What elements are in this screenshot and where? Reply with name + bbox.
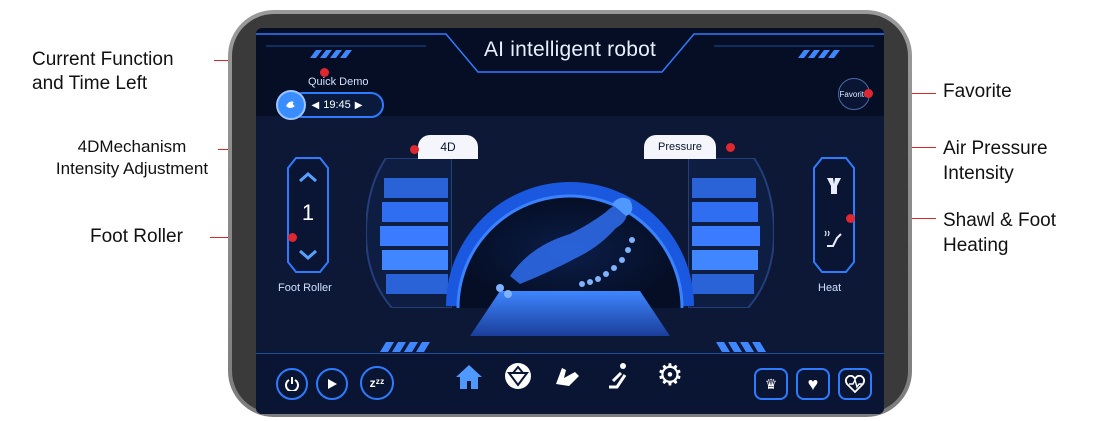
home-icon — [456, 365, 482, 389]
chevron-up-icon — [299, 172, 317, 183]
ball-button[interactable] — [500, 358, 536, 394]
callout-dot-shawl — [845, 213, 855, 223]
health-icon — [845, 375, 865, 393]
callout-favorite: Favorite — [943, 81, 1012, 103]
settings-button[interactable]: ⚙ — [652, 358, 688, 394]
time-increase-icon[interactable]: ▶ — [355, 100, 363, 111]
callout-foot-roller: Foot Roller — [90, 226, 183, 248]
callout-current-function: Current Function and Time Left — [32, 48, 174, 96]
vip-icon: ♛ — [764, 375, 778, 392]
hand-massage-button[interactable] — [550, 358, 586, 394]
hand-massage-icon — [556, 368, 579, 386]
chevron-down-icon — [299, 249, 317, 260]
play-icon — [328, 379, 337, 389]
bottom-decoration — [380, 342, 766, 352]
time-decrease-icon[interactable]: ◀ — [312, 100, 320, 111]
heart-icon: ♥ — [807, 373, 819, 394]
ball-icon — [505, 363, 531, 389]
callout-shawl-line1: Shawl & Foot — [943, 210, 1056, 231]
vip-button[interactable]: ♛ — [754, 368, 788, 400]
power-button[interactable] — [276, 368, 308, 400]
shawl-icon — [827, 178, 841, 194]
callout-air-pressure-line2: Intensity — [943, 163, 1014, 184]
callout-mechanism-line1: 4DMechanism — [77, 137, 187, 156]
massage-chair-display — [446, 182, 694, 336]
power-icon — [285, 377, 299, 391]
gear-icon: ⚙ — [656, 359, 684, 392]
callout-dot-mechanism — [409, 144, 419, 154]
sleep-icon: zᶻᶻ — [369, 376, 385, 390]
heat-label: Heat — [818, 282, 842, 294]
callout-shawl: Shawl & Foot Heating — [943, 208, 1056, 258]
time-left-value: 19:45 — [323, 99, 351, 111]
callout-dot-foot-roller — [287, 232, 297, 242]
callout-foot-roller-text: Foot Roller — [90, 226, 183, 247]
foot-heat-button[interactable] — [820, 226, 848, 254]
callout-dot-air-pressure — [725, 142, 735, 152]
callout-dot-current-function — [319, 67, 329, 77]
callout-favorite-text: Favorite — [943, 81, 1012, 102]
callout-air-pressure-line1: Air Pressure — [943, 138, 1048, 159]
callout-current-function-line1: Current Function — [32, 49, 174, 70]
callout-dot-favorite — [863, 88, 873, 98]
heart-button[interactable]: ♥ — [796, 368, 830, 400]
wave-hand-icon — [286, 101, 295, 108]
recline-button[interactable] — [600, 358, 636, 394]
callout-mechanism-line2: Intensity Adjustment — [55, 159, 209, 178]
callout-shawl-line2: Heating — [943, 235, 1009, 256]
callout-mechanism: 4DMechanism Intensity Adjustment — [40, 136, 224, 180]
play-button[interactable] — [316, 368, 348, 400]
right-intensity-bars[interactable] — [688, 158, 774, 308]
foot-roller-down-button[interactable] — [296, 246, 320, 264]
current-function-icon[interactable] — [276, 90, 306, 120]
callout-air-pressure: Air Pressure Intensity — [943, 136, 1048, 186]
recline-icon — [609, 363, 627, 389]
callout-current-function-line2: and Time Left — [32, 73, 148, 94]
device-screen: AI intelligent robot Quick Demo ◀ 19:45 … — [256, 28, 884, 414]
seat-heat-icon — [824, 230, 842, 247]
home-button[interactable] — [452, 360, 486, 394]
foot-roller-value: 1 — [301, 200, 315, 225]
mode-label: Quick Demo — [308, 76, 369, 88]
shawl-heat-button[interactable] — [820, 172, 848, 200]
screen-title: AI intelligent robot — [483, 38, 657, 61]
sleep-button[interactable]: zᶻᶻ — [360, 366, 394, 400]
foot-roller-label: Foot Roller — [278, 282, 332, 294]
health-button[interactable] — [838, 368, 872, 400]
foot-roller-up-button[interactable] — [296, 168, 320, 186]
